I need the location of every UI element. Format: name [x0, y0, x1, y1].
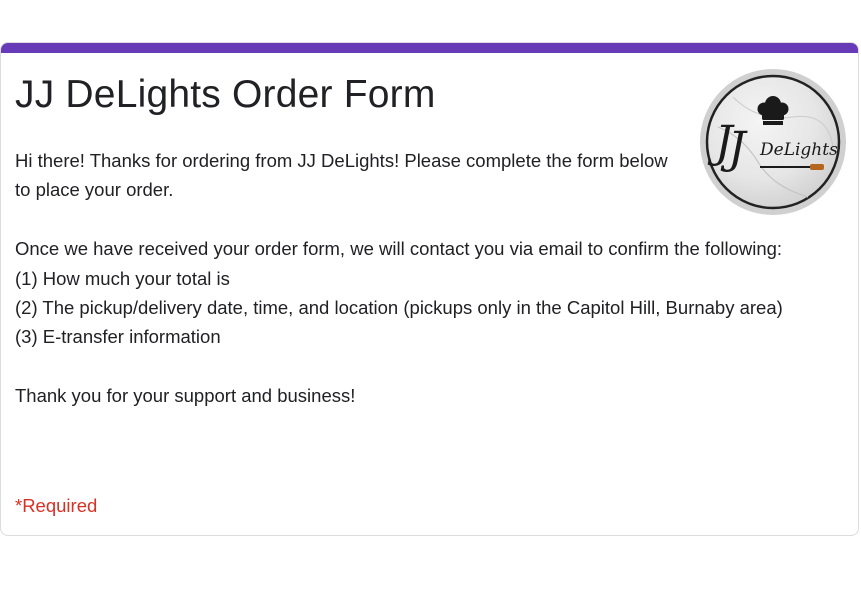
form-title: JJ DeLights Order Form	[15, 73, 436, 116]
description-intro: Hi there! Thanks for ordering from JJ De…	[15, 150, 668, 201]
description-closing: Thank you for your support and business!	[15, 385, 356, 407]
description-confirm-intro: Once we have received your order form, w…	[15, 238, 783, 260]
description-item-etransfer: (3) E-transfer information	[15, 326, 221, 348]
description-item-pickup: (2) The pickup/delivery date, time, and …	[15, 297, 783, 319]
form-header-card: JJ DeLights Order Form Hi there! Thanks …	[0, 42, 859, 536]
description-item-total: (1) How much your total is	[15, 267, 230, 289]
form-description: Hi there! Thanks for ordering from JJ De…	[15, 146, 815, 411]
required-note: *Required	[15, 495, 98, 516]
svg-text:DeLights: DeLights	[759, 140, 838, 160]
form-accent-bar	[1, 43, 858, 53]
brand-logo: J J DeLights	[698, 67, 848, 217]
